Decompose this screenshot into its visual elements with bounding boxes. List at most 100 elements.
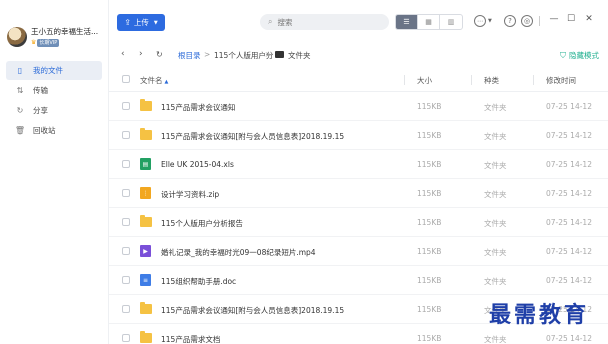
more-options-button[interactable]: ⋯ ▼ — [474, 15, 492, 27]
file-name[interactable]: 婚礼记录_我的幸福时光09一08纪录短片.mp4 — [161, 247, 316, 258]
search-icon: ⌕ — [268, 17, 273, 26]
refresh-icon[interactable]: ↻ — [156, 50, 163, 59]
table-row[interactable]: 115个人版用户分析报告 115KB 文件夹 07-25 14-12 — [109, 208, 608, 237]
row-checkbox[interactable] — [122, 131, 130, 139]
file-type: 文件夹 — [484, 219, 507, 228]
file-type: 文件夹 — [484, 335, 507, 344]
user-profile[interactable]: 王小五的幸福生活... ♛ 长期VIP — [0, 0, 108, 56]
file-type: 文件夹 — [484, 161, 507, 170]
sidebar-item-my-files[interactable]: ▯ 我的文件 — [6, 61, 102, 80]
table-row[interactable]: 115产品需求会议通知 115KB 文件夹 07-25 14-12 — [109, 92, 608, 121]
row-checkbox[interactable] — [122, 189, 130, 197]
transfer-icon: ⇅ — [16, 86, 24, 95]
username: 王小五的幸福生活... — [31, 27, 99, 36]
sidebar-item-transfer[interactable]: ⇅ 传输 — [6, 81, 102, 100]
table-row[interactable]: 115产品需求会议通知[附与会人员信息表]2018.19.15 115KB 文件… — [109, 121, 608, 150]
file-name[interactable]: 115产品需求会议通知[附与会人员信息表]2018.19.15 — [161, 305, 344, 316]
grid-view-icon[interactable]: ▦ — [418, 15, 440, 29]
maximize-icon[interactable]: ☐ — [565, 14, 577, 24]
row-checkbox[interactable] — [122, 160, 130, 168]
sidebar-item-label: 我的文件 — [33, 66, 63, 75]
settings-icon[interactable]: ◎ — [521, 15, 533, 27]
row-checkbox[interactable] — [122, 334, 130, 342]
file-type: 文件夹 — [484, 190, 507, 199]
file-name[interactable]: 115组织帮助手册.doc — [161, 276, 236, 287]
breadcrumb-separator: > — [265, 50, 272, 59]
file-modified-time: 07-25 14-12 — [546, 276, 592, 285]
document-glyph: ≡ — [142, 276, 149, 284]
top-toolbar: ⇪ 上传 ▼ ⌕ ☰ ▦ ▥ ⋯ ▼ ? ◎ — ☐ ✕ — [109, 0, 608, 44]
upload-label: 上传 — [133, 18, 149, 27]
column-divider[interactable] — [471, 75, 472, 85]
sidebar-item-trash[interactable]: 🗑︎ 回收站 — [6, 121, 102, 140]
search-box[interactable]: ⌕ — [260, 14, 389, 30]
file-name[interactable]: 设计学习资料.zip — [161, 189, 219, 200]
hidden-mode-label: 隐藏模式 — [569, 51, 599, 60]
crown-icon: ♛ — [31, 39, 37, 46]
column-header-name[interactable]: 文件名 ▲ — [140, 75, 168, 86]
column-divider[interactable] — [404, 75, 405, 85]
file-name[interactable]: 115产品需求文档 — [161, 334, 220, 344]
column-header-time[interactable]: 修改时间 — [546, 75, 576, 86]
minimize-icon[interactable]: — — [548, 14, 560, 24]
table-row[interactable]: ▤ Elle UK 2015-04.xls 115KB 文件夹 07-25 14… — [109, 150, 608, 179]
share-icon: ↻ — [16, 106, 24, 115]
column-divider[interactable] — [533, 75, 534, 85]
file-name[interactable]: 115个人版用户分析报告 — [161, 218, 243, 229]
row-checkbox[interactable] — [122, 276, 130, 284]
app-window: 王小五的幸福生活... ♛ 长期VIP ▯ 我的文件 ⇅ 传输 ↻ 分享 🗑︎ — [0, 0, 608, 344]
breadcrumb-root[interactable]: 根目录 — [178, 50, 201, 61]
sidebar-item-label: 传输 — [33, 86, 48, 95]
column-view-icon[interactable]: ▥ — [440, 15, 462, 29]
row-checkbox[interactable] — [122, 247, 130, 255]
file-name[interactable]: 115产品需求会议通知 — [161, 102, 235, 113]
table-row[interactable]: ▶ 婚礼记录_我的幸福时光09一08纪录短片.mp4 115KB 文件夹 07-… — [109, 237, 608, 266]
table-row[interactable]: ⋮ 设计学习资料.zip 115KB 文件夹 07-25 14-12 — [109, 179, 608, 208]
folder-icon — [275, 51, 284, 58]
folder-icon — [140, 331, 152, 343]
file-modified-time: 07-25 14-12 — [546, 247, 592, 256]
file-type: 文件夹 — [484, 248, 507, 257]
sidebar-item-label: 回收站 — [33, 126, 56, 135]
avatar[interactable] — [7, 27, 27, 47]
breadcrumb-bar: ‹ › ↻ 根目录 > 115个人版用户分 > 文件夹 ⛉ 隐藏模式 — [109, 44, 608, 66]
upload-icon: ⇪ — [124, 18, 131, 27]
file-name[interactable]: Elle UK 2015-04.xls — [161, 160, 234, 169]
sidebar-item-share[interactable]: ↻ 分享 — [6, 101, 102, 120]
zipper-glyph: ⋮ — [142, 189, 149, 197]
spreadsheet-file-icon: ▤ — [140, 158, 151, 170]
sidebar-nav: ▯ 我的文件 ⇅ 传输 ↻ 分享 🗑︎ 回收站 — [0, 61, 108, 140]
file-modified-time: 07-25 14-12 — [546, 102, 592, 111]
back-icon[interactable]: ‹ — [121, 49, 125, 59]
close-icon[interactable]: ✕ — [583, 14, 595, 24]
file-size: 115KB — [417, 276, 442, 285]
upload-button[interactable]: ⇪ 上传 ▼ — [117, 14, 165, 31]
chevron-down-icon[interactable]: ▼ — [154, 20, 158, 26]
spreadsheet-glyph: ▤ — [142, 160, 149, 168]
file-type: 文件夹 — [484, 277, 507, 286]
watermark: 最需教育 — [489, 302, 590, 328]
row-checkbox[interactable] — [122, 305, 130, 313]
play-glyph: ▶ — [143, 247, 148, 255]
hidden-mode-toggle[interactable]: ⛉ 隐藏模式 — [560, 50, 599, 61]
column-header-type[interactable]: 种类 — [484, 75, 499, 86]
file-type: 文件夹 — [484, 103, 507, 112]
help-icon[interactable]: ? — [504, 15, 516, 27]
file-name[interactable]: 115产品需求会议通知[附与会人员信息表]2018.19.15 — [161, 131, 344, 142]
row-checkbox[interactable] — [122, 102, 130, 110]
sort-icon[interactable]: ▲ — [165, 79, 169, 85]
file-size: 115KB — [417, 160, 442, 169]
folder-icon — [140, 128, 152, 140]
search-input[interactable] — [277, 17, 378, 27]
list-view-icon[interactable]: ☰ — [396, 15, 418, 29]
sidebar: 王小五的幸福生活... ♛ 长期VIP ▯ 我的文件 ⇅ 传输 ↻ 分享 🗑︎ — [0, 0, 109, 344]
table-row[interactable]: ≡ 115组织帮助手册.doc 115KB 文件夹 07-25 14-12 — [109, 266, 608, 295]
file-modified-time: 07-25 14-12 — [546, 189, 592, 198]
select-all-checkbox[interactable] — [122, 75, 130, 83]
forward-icon[interactable]: › — [139, 49, 143, 59]
view-mode-switcher: ☰ ▦ ▥ — [395, 14, 463, 30]
file-size: 115KB — [417, 131, 442, 140]
file-modified-time: 07-25 14-12 — [546, 218, 592, 227]
row-checkbox[interactable] — [122, 218, 130, 226]
column-header-size[interactable]: 大小 — [417, 75, 432, 86]
